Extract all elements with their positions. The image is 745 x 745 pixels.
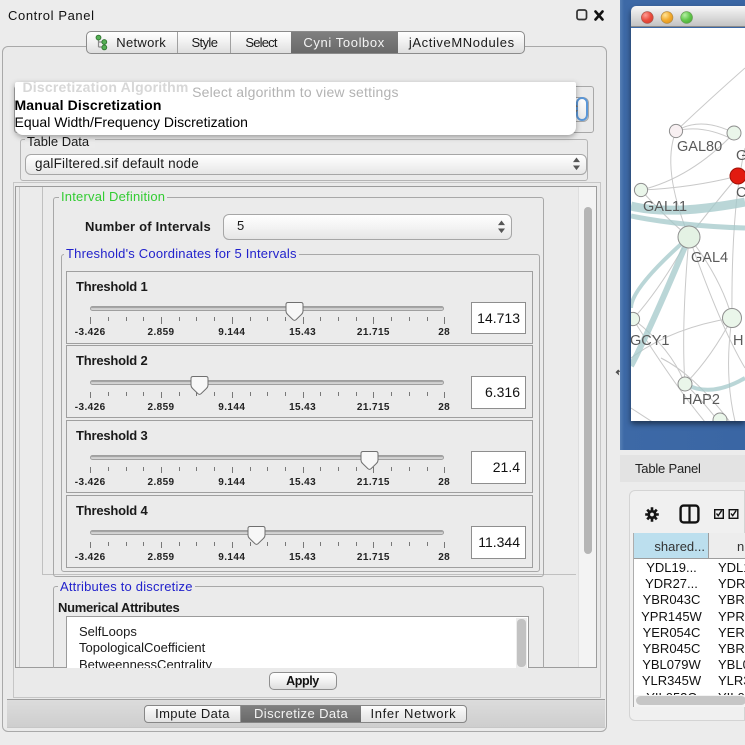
svg-text:GAL4: GAL4: [691, 250, 728, 266]
svg-text:GCY1: GCY1: [631, 333, 670, 349]
svg-text:G...: G...: [736, 148, 745, 164]
svg-text:H: H: [733, 333, 743, 349]
svg-text:GAL11: GAL11: [643, 199, 687, 215]
svg-text:C: C: [736, 185, 745, 201]
svg-text:HAP2: HAP2: [682, 392, 720, 408]
svg-text:GAL80: GAL80: [677, 139, 722, 155]
